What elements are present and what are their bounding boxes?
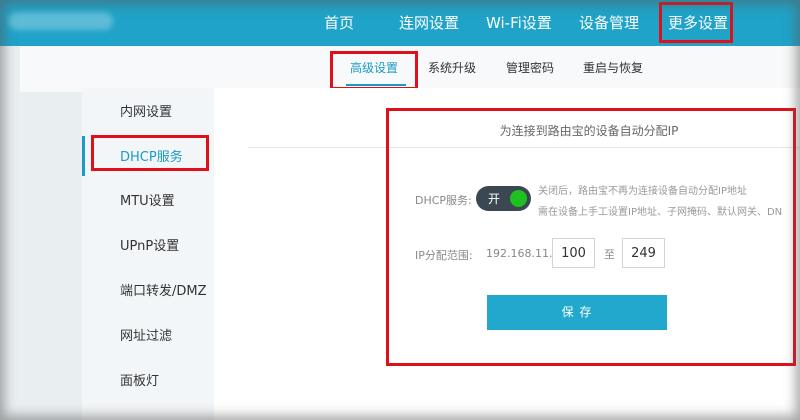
tab-admin-password[interactable]: 管理密码 bbox=[506, 59, 554, 76]
top-nav-devices[interactable]: 设备管理 bbox=[579, 0, 639, 46]
top-nav-network[interactable]: 连网设置 bbox=[399, 0, 459, 46]
tab-system-upgrade[interactable]: 系统升级 bbox=[428, 59, 476, 76]
dhcp-toggle-switch[interactable]: 开 bbox=[476, 186, 531, 211]
section-divider bbox=[248, 147, 800, 148]
sidebar-item-mtu[interactable]: MTU设置 bbox=[120, 190, 175, 209]
dhcp-note-line1: 关闭后，路由宝不再为连接设备自动分配IP地址 bbox=[538, 186, 747, 197]
brand-logo bbox=[8, 12, 113, 30]
ip-prefix-text: 192.168.11. bbox=[486, 247, 553, 260]
sub-nav-bar bbox=[20, 46, 800, 92]
sidebar-item-panel-led[interactable]: 面板灯 bbox=[120, 370, 159, 389]
ip-range-start-input[interactable] bbox=[552, 238, 595, 268]
tab-reboot-restore[interactable]: 重启与恢复 bbox=[583, 59, 643, 76]
ip-range-label: IP分配范围: bbox=[415, 249, 473, 262]
top-nav-wifi[interactable]: Wi-Fi设置 bbox=[486, 0, 552, 46]
active-tab-indicator bbox=[346, 84, 406, 86]
sidebar-item-port-forwarding[interactable]: 端口转发/DMZ bbox=[120, 280, 207, 299]
toggle-knob bbox=[510, 190, 527, 207]
dhcp-service-label: DHCP服务: bbox=[415, 194, 472, 207]
sidebar-item-dhcp[interactable]: DHCP服务 bbox=[120, 146, 183, 165]
dhcp-note-line2: 需在设备上手工设置IP地址、子网掩码、默认网关、DN bbox=[538, 207, 783, 218]
top-nav-more-settings[interactable]: 更多设置 bbox=[668, 0, 728, 46]
ip-range-end-input[interactable] bbox=[622, 238, 665, 268]
top-nav-home[interactable]: 首页 bbox=[324, 0, 354, 46]
section-title: 为连接到路由宝的设备自动分配IP bbox=[499, 124, 679, 138]
sidebar-item-url-filter[interactable]: 网址过滤 bbox=[120, 325, 172, 344]
range-separator: 至 bbox=[604, 248, 615, 261]
tab-advanced-settings[interactable]: 高级设置 bbox=[350, 59, 398, 76]
sidebar-item-lan[interactable]: 内网设置 bbox=[120, 101, 172, 120]
toggle-state-text: 开 bbox=[488, 192, 501, 206]
sidebar-active-indicator bbox=[82, 136, 85, 176]
sidebar-item-upnp[interactable]: UPnP设置 bbox=[120, 235, 179, 254]
save-button[interactable]: 保 存 bbox=[487, 295, 667, 330]
